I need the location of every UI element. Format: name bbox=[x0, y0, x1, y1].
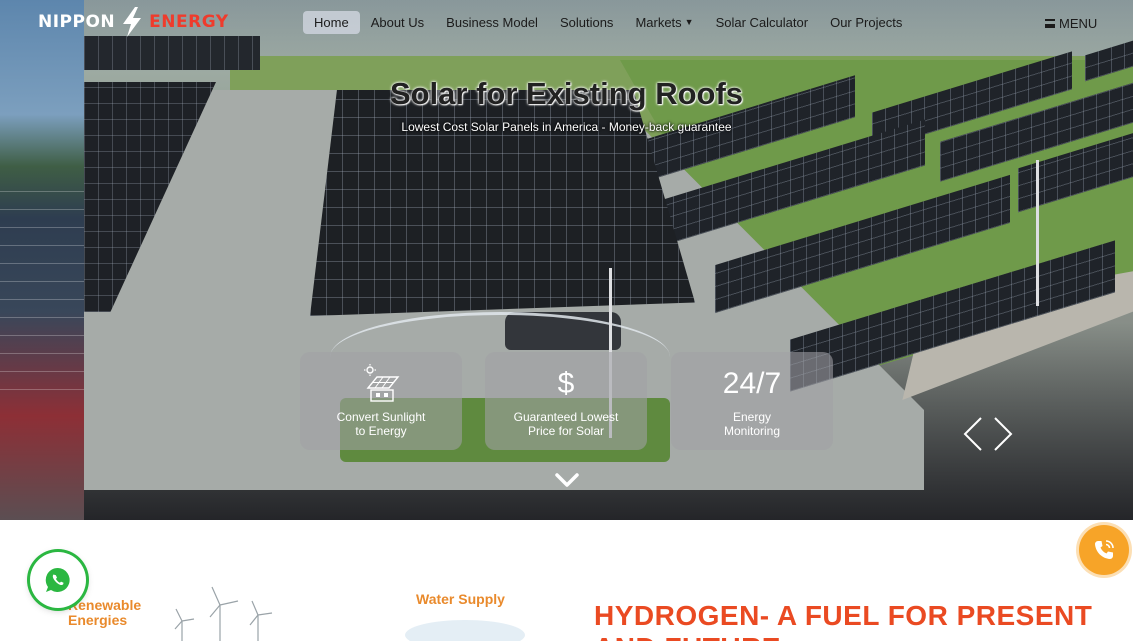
lightning-bolt-icon bbox=[123, 7, 142, 37]
nav-markets-label: Markets bbox=[635, 14, 682, 30]
feature-card-convert-sunlight[interactable]: Convert Sunlight to Energy bbox=[300, 352, 462, 450]
section-heading: HYDROGEN- A FUEL FOR PRESENT AND FUTURE bbox=[594, 600, 1093, 641]
chevron-left-icon[interactable] bbox=[962, 416, 984, 452]
logo-text-nippon: NIPPON bbox=[38, 12, 116, 32]
feature-card-monitoring[interactable]: 24/7 Energy Monitoring bbox=[671, 352, 833, 450]
site-logo[interactable]: NIPPON ENERGY bbox=[38, 7, 229, 37]
dollar-symbol: $ bbox=[557, 367, 575, 400]
feature-card-big-text-wrap: 24/7 bbox=[723, 364, 781, 404]
hero-photo-carport-top bbox=[84, 36, 260, 70]
nav-markets[interactable]: Markets ▼ bbox=[624, 11, 704, 34]
logo-text-energy: ENERGY bbox=[149, 12, 229, 32]
wind-turbines-illustration bbox=[174, 586, 273, 641]
category-water-supply[interactable]: Water Supply bbox=[416, 591, 505, 607]
feature-card-label: Convert Sunlight to Energy bbox=[336, 410, 426, 438]
category-renewable-energies[interactable]: Renewable Energies bbox=[68, 598, 141, 628]
dollar-icon: $ bbox=[558, 364, 575, 404]
phone-icon bbox=[1095, 540, 1114, 559]
hero-subtitle: Lowest Cost Solar Panels in America - Mo… bbox=[401, 120, 732, 134]
hero-photo-lamp-post bbox=[1036, 160, 1039, 306]
caret-down-icon: ▼ bbox=[684, 17, 694, 27]
hero-title: Solar for Existing Roofs bbox=[389, 76, 744, 111]
whatsapp-button[interactable] bbox=[30, 552, 86, 608]
whatsapp-icon bbox=[45, 567, 70, 592]
chevron-right-icon[interactable] bbox=[992, 416, 1014, 452]
menu-button[interactable]: MENU bbox=[1045, 16, 1097, 31]
menu-label: MENU bbox=[1059, 16, 1098, 31]
feature-card-big-text: 24/7 bbox=[722, 367, 782, 400]
feature-card-label: Guaranteed Lowest Price for Solar bbox=[513, 410, 619, 438]
feature-card-label: Energy Monitoring bbox=[723, 410, 781, 438]
nav-home[interactable]: Home bbox=[303, 10, 360, 34]
nav-solutions[interactable]: Solutions bbox=[549, 11, 624, 34]
solar-house-icon bbox=[361, 364, 401, 404]
nav-business-model[interactable]: Business Model bbox=[435, 11, 549, 34]
main-nav: Home About Us Business Model Solutions M… bbox=[303, 10, 913, 34]
hamburger-icon bbox=[1045, 19, 1055, 28]
nav-about-us[interactable]: About Us bbox=[360, 11, 435, 34]
feature-card-lowest-price[interactable]: $ Guaranteed Lowest Price for Solar bbox=[485, 352, 647, 450]
nav-our-projects[interactable]: Our Projects bbox=[819, 11, 913, 34]
nav-solar-calculator[interactable]: Solar Calculator bbox=[705, 11, 820, 34]
chevron-down-icon[interactable] bbox=[555, 472, 579, 488]
call-button[interactable] bbox=[1079, 525, 1129, 575]
